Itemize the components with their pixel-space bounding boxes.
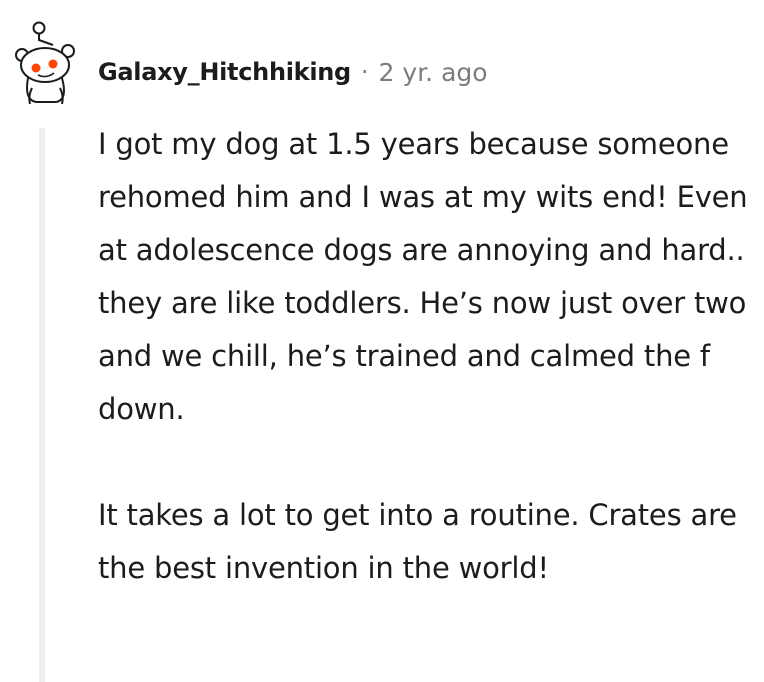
comment-paragraph: It takes a lot to get into a routine. Cr… xyxy=(98,498,737,585)
comment-body: I got my dog at 1.5 years because someon… xyxy=(98,118,748,595)
thread-line[interactable] xyxy=(39,128,45,682)
comment-paragraph: I got my dog at 1.5 years because someon… xyxy=(98,127,748,426)
username-link[interactable]: Galaxy_Hitchhiking xyxy=(98,58,351,86)
comment: Galaxy_Hitchhiking · 2 yr. ago I got my … xyxy=(0,0,764,682)
avatar[interactable] xyxy=(8,18,80,105)
comment-meta: Galaxy_Hitchhiking · 2 yr. ago xyxy=(98,54,488,90)
meta-separator: · xyxy=(360,58,369,86)
snoo-avatar-icon xyxy=(15,21,75,105)
timestamp-link[interactable]: 2 yr. ago xyxy=(379,58,488,87)
